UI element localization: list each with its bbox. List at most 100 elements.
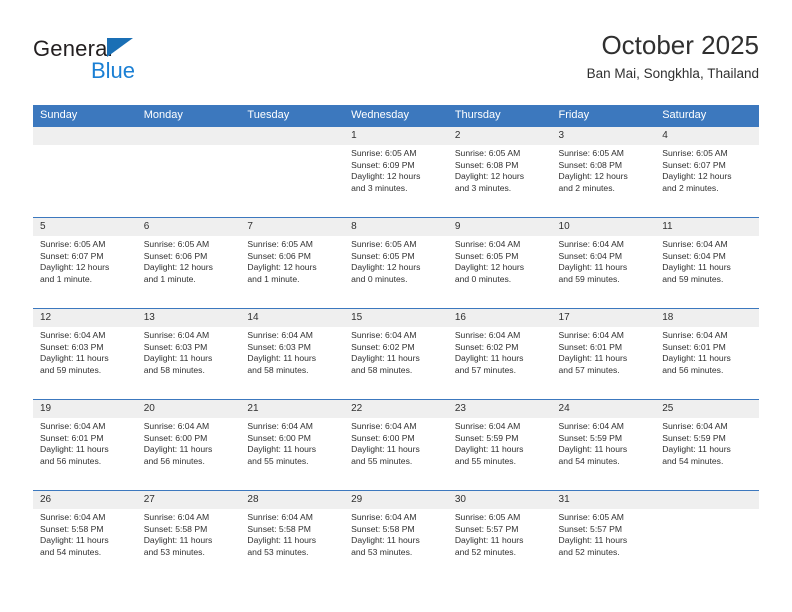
calendar-day-cell[interactable]: 17 Sunrise: 6:04 AM Sunset: 6:01 PM Dayligh…: [551, 308, 656, 400]
daylight-duration-line1: Daylight: 11 hours: [40, 353, 109, 364]
sunset-time: Sunset: 6:05 PM: [351, 250, 415, 261]
day-details: Sunrise: 6:04 AM Sunset: 6:02 PM Daylight:…: [344, 327, 448, 376]
daylight-duration-line1: Daylight: 11 hours: [40, 535, 109, 546]
calendar-day-cell[interactable]: 20 Sunrise: 6:04 AM Sunset: 6:00 PM Dayligh…: [136, 399, 241, 491]
weekday-header-wednesday: Wednesday: [344, 105, 448, 127]
daylight-duration-line1: Daylight: 11 hours: [662, 353, 731, 364]
calendar-day-cell[interactable]: 2 Sunrise: 6:05 AM Sunset: 6:08 PM Daylight…: [447, 126, 552, 218]
day-details: Sunrise: 6:04 AM Sunset: 5:59 PM Daylight:…: [552, 418, 656, 467]
calendar-day-cell[interactable]: 29 Sunrise: 6:04 AM Sunset: 5:58 PM Dayligh…: [344, 490, 448, 581]
day-details: Sunrise: 6:04 AM Sunset: 6:00 PM Daylight:…: [344, 418, 448, 467]
calendar-day-cell[interactable]: 18 Sunrise: 6:04 AM Sunset: 6:01 PM Dayligh…: [655, 308, 759, 400]
sunset-time: Sunset: 6:08 PM: [558, 159, 623, 170]
sunrise-time: Sunrise: 6:04 AM: [143, 421, 210, 431]
calendar-day-cell[interactable]: 26 Sunrise: 6:04 AM Sunset: 5:58 PM Dayligh…: [33, 490, 137, 581]
calendar-day-cell[interactable]: 24 Sunrise: 6:04 AM Sunset: 5:59 PM Dayligh…: [551, 399, 656, 491]
daylight-duration-line2: and 58 minutes.: [247, 364, 309, 375]
day-number: 20: [136, 400, 241, 418]
daylight-duration-line1: Daylight: 11 hours: [143, 353, 213, 364]
calendar-day-cell[interactable]: 27 Sunrise: 6:04 AM Sunset: 5:58 PM Dayligh…: [136, 490, 241, 581]
calendar-day-cell[interactable]: 22 Sunrise: 6:04 AM Sunset: 6:00 PM Dayligh…: [344, 399, 448, 491]
daylight-duration-line1: Daylight: 11 hours: [558, 444, 628, 455]
daylight-duration-line2: and 57 minutes.: [558, 364, 620, 375]
daylight-duration-line1: Daylight: 11 hours: [351, 444, 420, 455]
day-number: 25: [655, 400, 759, 418]
calendar-day-cell[interactable]: 6 Sunrise: 6:05 AM Sunset: 6:06 PM Daylight…: [136, 217, 241, 309]
calendar-header-row: Sunday Monday Tuesday Wednesday Thursday Frid…: [33, 105, 759, 127]
sunset-time: Sunset: 6:02 PM: [351, 341, 415, 352]
calendar-day-cell[interactable]: 8 Sunrise: 6:05 AM Sunset: 6:05 PM Daylight…: [344, 217, 448, 309]
daylight-duration-line1: Daylight: 11 hours: [454, 353, 524, 364]
calendar-day-cell[interactable]: 3 Sunrise: 6:05 AM Sunset: 6:08 PM Daylight…: [551, 126, 656, 218]
sunrise-time: Sunrise: 6:04 AM: [143, 330, 210, 340]
calendar-day-cell[interactable]: 14 Sunrise: 6:04 AM Sunset: 6:03 PM Dayligh…: [240, 308, 345, 400]
sunset-time: Sunset: 5:57 PM: [558, 523, 623, 534]
calendar-day-cell-empty: [136, 126, 241, 218]
calendar-day-cell[interactable]: 15 Sunrise: 6:04 AM Sunset: 6:02 PM Dayligh…: [344, 308, 448, 400]
sunrise-time: Sunrise: 6:04 AM: [40, 421, 106, 431]
sunset-time: Sunset: 6:01 PM: [558, 341, 623, 352]
calendar-day-cell[interactable]: 13 Sunrise: 6:04 AM Sunset: 6:03 PM Dayligh…: [136, 308, 241, 400]
daylight-duration-line1: Daylight: 12 hours: [454, 262, 525, 273]
day-details: Sunrise: 6:05 AM Sunset: 6:05 PM Daylight:…: [344, 236, 448, 285]
daylight-duration-line2: and 52 minutes.: [558, 546, 620, 557]
calendar-week-row: 26 Sunrise: 6:04 AM Sunset: 5:58 PM Dayligh…: [33, 490, 759, 581]
daylight-duration-line1: Daylight: 11 hours: [558, 535, 628, 546]
sunrise-time: Sunrise: 6:04 AM: [558, 421, 624, 431]
weekday-header-thursday: Thursday: [447, 105, 552, 127]
calendar-day-cell[interactable]: 9 Sunrise: 6:04 AM Sunset: 6:05 PM Daylight…: [447, 217, 552, 309]
calendar-day-cell[interactable]: 7 Sunrise: 6:05 AM Sunset: 6:06 PM Daylight…: [240, 217, 345, 309]
daylight-duration-line2: and 52 minutes.: [454, 546, 516, 557]
calendar-body: 1 Sunrise: 6:05 AM Sunset: 6:09 PM Daylight…: [33, 126, 759, 581]
sunset-time: Sunset: 6:02 PM: [454, 341, 519, 352]
calendar-day-cell[interactable]: 19 Sunrise: 6:04 AM Sunset: 6:01 PM Dayligh…: [33, 399, 137, 491]
day-number: 5: [33, 218, 137, 236]
calendar-day-cell[interactable]: 28 Sunrise: 6:04 AM Sunset: 5:58 PM Dayligh…: [240, 490, 345, 581]
day-number: 27: [136, 491, 241, 509]
calendar-day-cell[interactable]: 12 Sunrise: 6:04 AM Sunset: 6:03 PM Dayligh…: [33, 308, 137, 400]
calendar-table: Sunday Monday Tuesday Wednesday Thursday Frid…: [33, 105, 759, 581]
calendar-day-cell[interactable]: 23 Sunrise: 6:04 AM Sunset: 5:59 PM Dayligh…: [447, 399, 552, 491]
day-number: 2: [447, 127, 552, 145]
sunrise-time: Sunrise: 6:05 AM: [143, 239, 210, 249]
day-details: Sunrise: 6:04 AM Sunset: 5:58 PM Daylight:…: [137, 509, 241, 558]
calendar-day-cell[interactable]: 25 Sunrise: 6:04 AM Sunset: 5:59 PM Dayligh…: [655, 399, 759, 491]
day-number: 22: [344, 400, 448, 418]
calendar-day-cell[interactable]: 10 Sunrise: 6:04 AM Sunset: 6:04 PM Dayligh…: [551, 217, 656, 309]
calendar-day-cell[interactable]: 21 Sunrise: 6:04 AM Sunset: 6:00 PM Dayligh…: [240, 399, 345, 491]
day-details: Sunrise: 6:04 AM Sunset: 6:00 PM Daylight:…: [240, 418, 344, 467]
weekday-header-monday: Monday: [136, 105, 241, 127]
daylight-duration-line2: and 0 minutes.: [454, 273, 512, 284]
daylight-duration-line2: and 54 minutes.: [40, 546, 102, 557]
daylight-duration-line2: and 53 minutes.: [143, 546, 205, 557]
day-details: Sunrise: 6:04 AM Sunset: 5:58 PM Daylight:…: [240, 509, 344, 558]
daylight-duration-line2: and 54 minutes.: [662, 455, 724, 466]
day-details: Sunrise: 6:04 AM Sunset: 5:58 PM Daylight:…: [33, 509, 137, 558]
daylight-duration-line2: and 1 minute.: [40, 273, 93, 284]
day-number: [136, 127, 241, 145]
day-details: Sunrise: 6:05 AM Sunset: 6:06 PM Daylight:…: [240, 236, 344, 285]
day-details: Sunrise: 6:04 AM Sunset: 6:03 PM Daylight:…: [137, 327, 241, 376]
day-number: [655, 491, 759, 509]
day-number: 28: [240, 491, 345, 509]
sunrise-time: Sunrise: 6:05 AM: [662, 148, 728, 158]
sunrise-time: Sunrise: 6:05 AM: [454, 512, 521, 522]
day-details: Sunrise: 6:05 AM Sunset: 5:57 PM Daylight:…: [552, 509, 656, 558]
sunrise-time: Sunrise: 6:04 AM: [454, 239, 521, 249]
sunset-time: Sunset: 5:58 PM: [351, 523, 415, 534]
calendar-day-cell-empty: [33, 126, 137, 218]
daylight-duration-line2: and 56 minutes.: [40, 455, 102, 466]
weekday-header-tuesday: Tuesday: [240, 105, 345, 127]
calendar-day-cell[interactable]: 16 Sunrise: 6:04 AM Sunset: 6:02 PM Dayligh…: [447, 308, 552, 400]
calendar-day-cell[interactable]: 1 Sunrise: 6:05 AM Sunset: 6:09 PM Daylight…: [344, 126, 448, 218]
calendar-day-cell[interactable]: 31 Sunrise: 6:05 AM Sunset: 5:57 PM Dayligh…: [551, 490, 656, 581]
daylight-duration-line2: and 59 minutes.: [40, 364, 102, 375]
calendar-day-cell[interactable]: 30 Sunrise: 6:05 AM Sunset: 5:57 PM Dayligh…: [447, 490, 552, 581]
calendar-day-cell[interactable]: 4 Sunrise: 6:05 AM Sunset: 6:07 PM Daylight…: [655, 126, 759, 218]
daylight-duration-line2: and 55 minutes.: [454, 455, 516, 466]
calendar-day-cell[interactable]: 11 Sunrise: 6:04 AM Sunset: 6:04 PM Dayligh…: [655, 217, 759, 309]
calendar-day-cell[interactable]: 5 Sunrise: 6:05 AM Sunset: 6:07 PM Daylight…: [33, 217, 137, 309]
sunset-time: Sunset: 6:04 PM: [558, 250, 623, 261]
general-blue-logo[interactable]: General Blue: [33, 36, 213, 88]
day-number: 26: [33, 491, 137, 509]
